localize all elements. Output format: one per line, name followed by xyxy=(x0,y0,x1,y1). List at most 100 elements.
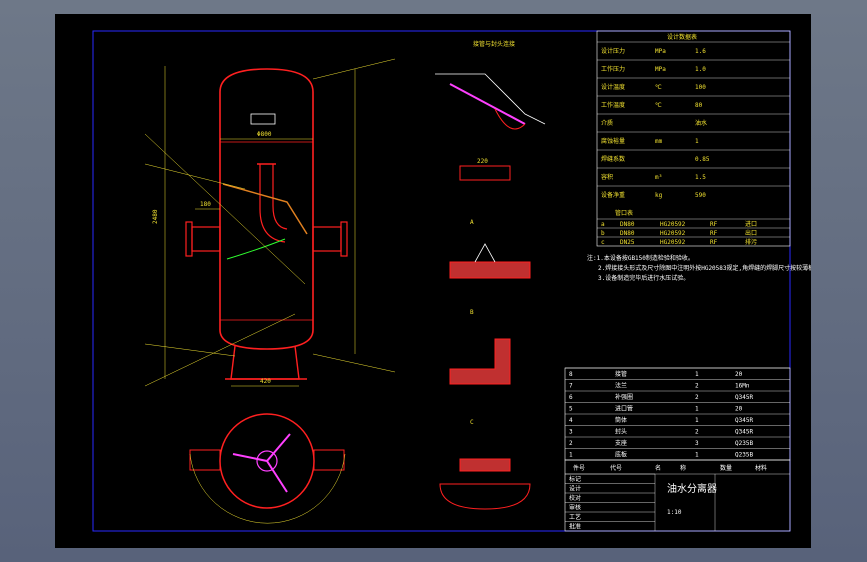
tb-left-label: 校对 xyxy=(569,494,581,502)
nozzle-cell: DN25 xyxy=(620,239,635,246)
vessel-plan-view xyxy=(189,413,346,524)
nozzle-cell: 排污 xyxy=(745,238,757,246)
parts-list: 8 接管 1 20 7 法兰 2 16Mn 6 补强圈 2 Q345R 5 进口管 1 20 4 筒体 1 Q345R… xyxy=(564,367,791,461)
tech-row-label: 容积 xyxy=(601,173,613,181)
tech-row-value: 100 xyxy=(695,84,706,91)
dim-nozzle-label: 180 xyxy=(200,201,211,208)
parts-cell: 3 xyxy=(569,429,573,436)
title-block: 件号 代号 名 称 数量 材料 油水分离器 1:10 标记设计校对审核工艺批准 xyxy=(564,459,791,532)
parts-cell: 封头 xyxy=(615,428,627,436)
parts-cell: 1 xyxy=(695,371,699,378)
detail-a-title: A xyxy=(470,219,474,226)
parts-cell: 20 xyxy=(735,371,743,378)
parts-cell: 20 xyxy=(735,406,743,413)
tech-row-value: 1 xyxy=(695,138,699,145)
nozzle-cell: RF xyxy=(710,230,718,237)
nameplate xyxy=(250,113,276,125)
parts-cell: 2 xyxy=(695,429,699,436)
tech-row-label: 工作温度 xyxy=(601,101,625,109)
tech-row-label: 工作压力 xyxy=(601,65,625,73)
parts-cell: 1 xyxy=(569,452,573,459)
parts-cell: 底板 xyxy=(615,451,627,459)
detail-a-groove xyxy=(474,243,496,263)
parts-cell: 16Mn xyxy=(735,383,750,390)
tech-row-label: 焊缝系数 xyxy=(601,155,625,163)
tech-row-label: 腐蚀裕量 xyxy=(601,137,625,145)
tech-table-rows: 设计压力 MPa 1.6 工作压力 MPa 1.0 设计温度 ℃ 100 工作温度 ℃ 80 介质 油水腐… xyxy=(597,41,790,199)
parts-cell: 8 xyxy=(569,371,573,378)
detail-c-ring xyxy=(459,458,511,472)
plan-supports xyxy=(232,433,291,493)
plan-dim-arc xyxy=(189,453,346,524)
parts-rows: 8 接管 1 20 7 法兰 2 16Mn 6 补强圈 2 Q345R 5 进口管 1 20 4 筒体 1 Q345R… xyxy=(565,367,790,459)
note-1: 注:1.本设备按GB150制造检验和验收。 xyxy=(587,254,694,262)
nozzle-cell: 出口 xyxy=(745,229,757,237)
product-name: 油水分离器 xyxy=(667,482,717,495)
dim-base-label: 420 xyxy=(260,378,271,385)
tech-row-value: 0.85 xyxy=(695,156,710,163)
detail-top-geom xyxy=(435,73,546,125)
tb-left-label: 工艺 xyxy=(569,513,581,521)
nozzle-cell: HG20592 xyxy=(660,230,686,237)
tb-left-label: 标记 xyxy=(569,475,581,483)
detail-top: 接管与封头连接 xyxy=(435,40,546,130)
support-skirt xyxy=(230,345,300,380)
leader-5 xyxy=(312,58,396,80)
tech-row-value: 80 xyxy=(695,102,703,109)
tb-header-4: 称 xyxy=(680,464,686,472)
tech-row-value: 590 xyxy=(695,192,706,199)
nozzle-table-rows: a DN80 HG20592 RF 进口 b DN80 HG20592 RF 出口 c DN25 HG2… xyxy=(597,218,790,246)
nozzle-cell: RF xyxy=(710,239,718,246)
tech-row-unit: ℃ xyxy=(655,84,662,91)
tb-header-5: 数量 xyxy=(720,464,732,472)
tech-row-label: 设计压力 xyxy=(601,47,625,55)
parts-cell: 2 xyxy=(695,394,699,401)
nozzle-cell: b xyxy=(601,230,605,237)
baffle xyxy=(222,183,308,235)
leader-6 xyxy=(312,353,396,373)
nozzle-cell: DN80 xyxy=(620,221,635,228)
title-block-left-labels: 标记设计校对审核工艺批准 xyxy=(565,473,655,531)
nozzle-cell: a xyxy=(601,221,605,228)
parts-cell: 1 xyxy=(695,452,699,459)
detail-c-title: C xyxy=(470,419,474,426)
tb-left-label: 批准 xyxy=(569,523,581,531)
parts-cell: Q345R xyxy=(735,429,753,436)
parts-cell: 4 xyxy=(569,417,573,424)
nozzle-cell: RF xyxy=(710,221,718,228)
parts-cell: 6 xyxy=(569,394,573,401)
tb-header-1: 件号 xyxy=(573,464,585,472)
detail-top-title: 接管与封头连接 xyxy=(473,40,515,48)
parts-cell: 进口管 xyxy=(615,405,633,413)
weld-guide xyxy=(226,238,286,260)
right-flange xyxy=(340,221,348,257)
technical-table: 设计数据表 设计压力 MPa 1.6 工作压力 MPa 1.0 设计温度 ℃ 100 工作温度 ℃ 8… xyxy=(596,30,791,247)
parts-cell: Q345R xyxy=(735,394,753,401)
detail-c: C xyxy=(439,419,531,510)
parts-cell: 7 xyxy=(569,383,573,390)
dim-inner-dia-label: Φ800 xyxy=(257,131,272,138)
tech-row-unit: MPa xyxy=(655,48,666,55)
leader-3 xyxy=(144,343,236,357)
parts-cell: 2 xyxy=(695,383,699,390)
tech-row-value: 1.0 xyxy=(695,66,706,73)
vessel-elevation xyxy=(185,68,348,380)
tech-row-unit: mm xyxy=(655,138,663,145)
parts-cell: 3 xyxy=(695,440,699,447)
detail-plate-dim: 220 xyxy=(477,158,488,165)
tech-row-unit: ℃ xyxy=(655,102,662,109)
tb-header-2: 代号 xyxy=(610,464,622,472)
nozzle-cell: c xyxy=(601,239,605,246)
leader-1 xyxy=(144,133,306,285)
right-nozzle xyxy=(312,226,342,252)
detail-b-title: B xyxy=(470,309,474,316)
detail-a: A xyxy=(449,219,531,279)
plan-nozzle-right xyxy=(313,449,345,471)
drawing-canvas[interactable]: Φ800 420 180 2480 接管与封头连接 220 A B C 设计数据… xyxy=(55,14,811,548)
dim-height-label: 2480 xyxy=(152,209,159,224)
tb-left-label: 设计 xyxy=(569,485,581,493)
nozzle-cell: HG20592 xyxy=(660,221,686,228)
tech-row-value: 油水 xyxy=(695,119,707,127)
nozzle-cell: 进口 xyxy=(745,220,757,228)
detail-c-head xyxy=(439,483,531,510)
